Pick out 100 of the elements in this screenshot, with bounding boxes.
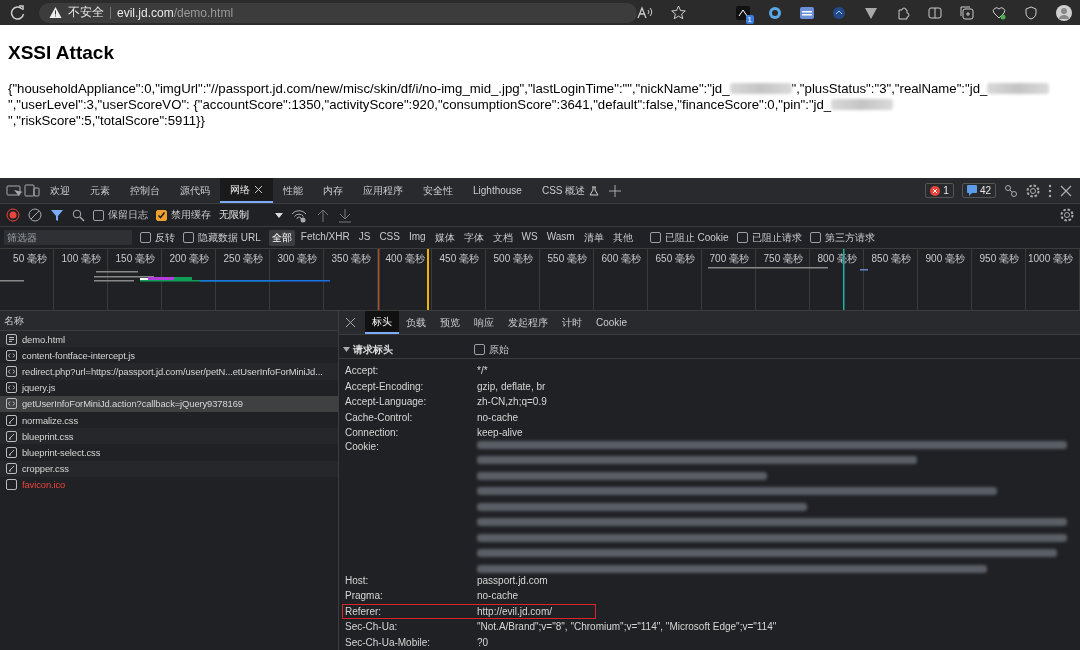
details-tab[interactable]: Cookie (589, 311, 635, 334)
details-tab[interactable]: 预览 (433, 311, 467, 334)
details-tab[interactable]: 负载 (399, 311, 433, 334)
devtools-tab[interactable]: 元素 (80, 178, 120, 203)
connection-icon[interactable] (1004, 183, 1018, 198)
devtools-tab[interactable]: 源代码 (170, 178, 220, 203)
timeline-tick-label: 650 毫秒 (648, 249, 702, 310)
security-warning[interactable]: 不安全 (68, 4, 104, 21)
request-row[interactable]: cropper.css (0, 460, 338, 477)
warning-icon (49, 6, 62, 19)
request-name: getUserInfoForMiniJd.action?callback=jQuery9378169 (22, 398, 243, 410)
address-bar[interactable]: 不安全 evil.jd.com/demo.html (39, 2, 637, 23)
checkbox[interactable] (156, 209, 167, 221)
checkbox-label: 禁用缓存 (171, 208, 211, 222)
network-conditions-icon[interactable] (291, 207, 308, 223)
checkbox[interactable] (140, 232, 151, 243)
close-icon[interactable] (1060, 184, 1072, 197)
details-tab[interactable]: 标头 (365, 311, 399, 334)
heart-icon[interactable] (992, 5, 1006, 20)
details-tab[interactable]: 响应 (467, 311, 501, 334)
request-row[interactable]: content-fontface-intercept.js (0, 347, 338, 364)
devtools-tab[interactable]: Lighthouse (463, 178, 532, 203)
search-icon[interactable] (72, 208, 85, 222)
type-filter-button[interactable]: 全部 (268, 229, 295, 246)
devtools-tab[interactable]: 性能 (273, 178, 313, 203)
close-icon[interactable] (254, 185, 263, 194)
details-tab[interactable]: 计时 (555, 311, 589, 334)
reload-icon[interactable] (10, 5, 25, 20)
devtools-tab[interactable]: 控制台 (120, 178, 170, 203)
settings-icon[interactable] (1026, 183, 1040, 198)
checkbox-label: 原始 (489, 342, 509, 357)
type-filter-button[interactable]: 清单 (580, 229, 607, 246)
settings-icon[interactable] (1060, 208, 1074, 222)
script-icon (6, 398, 17, 410)
type-filter-button[interactable]: 媒体 (431, 229, 458, 246)
triangle-extension-icon[interactable] (864, 5, 878, 20)
record-icon[interactable] (6, 208, 20, 222)
shield-icon[interactable] (1024, 5, 1038, 20)
section-header[interactable]: 请求标头 (343, 342, 474, 357)
upload-icon[interactable] (316, 208, 330, 222)
split-screen-icon[interactable] (928, 5, 942, 20)
type-filter-button[interactable]: WS (518, 229, 541, 246)
add-tab-icon[interactable] (609, 184, 622, 197)
checkbox[interactable] (736, 232, 748, 243)
script-icon (6, 382, 17, 394)
type-filter-button[interactable]: JS (355, 229, 374, 246)
column-header[interactable]: 名称 (4, 313, 24, 328)
type-filter-button[interactable]: 文档 (489, 229, 516, 246)
clear-icon[interactable] (28, 208, 42, 222)
devtools-tab[interactable]: 欢迎 (40, 178, 80, 203)
filter-field[interactable]: 筛选器 (4, 230, 132, 245)
request-row[interactable]: blueprint.css (0, 428, 338, 445)
request-name: redirect.php?url=https://passport.jd.com/user/petN...etUserInfoForMiniJd... (22, 365, 323, 377)
inspect-icon[interactable] (6, 183, 24, 198)
device-toolbar-icon[interactable] (24, 183, 40, 198)
details-tab[interactable]: 发起程序 (501, 311, 555, 334)
request-row[interactable]: normalize.css (0, 411, 338, 429)
header-value: passport.jd.com (477, 574, 548, 586)
collections-icon[interactable] (960, 5, 974, 20)
request-row[interactable]: redirect.php?url=https://passport.jd.com/user/petN...etUserInfoForMiniJd... (0, 363, 338, 380)
throttle-dropdown[interactable]: 无限制 (219, 208, 283, 222)
round-extension-icon[interactable] (832, 5, 846, 20)
request-row[interactable]: blueprint-select.css (0, 444, 338, 461)
json-response-text: {"householdAppliance":0,"imgUrl":"//passport.jd.com/new/misc/skin/df/i/no-img_mid_.jpg","lastLoginTime":"","nickName":"jd_ ","plusStatus":"3","realName":"jd_ ","userLevel":3,"userScoreVO": {"accountScore":1350,"activityScore":920,"consumptionScore":3641,"default":false,"financeScore":0,"pin":"jd_ ","riskScore":5,"totalScore":5911}} (8, 81, 1072, 129)
more-menu-icon[interactable] (1048, 183, 1052, 198)
devtools-tab[interactable]: 内存 (313, 178, 353, 203)
type-filter-button[interactable]: Fetch/XHR (297, 229, 353, 246)
checkbox[interactable] (649, 232, 661, 243)
type-filter-button[interactable]: Img (405, 229, 429, 246)
request-row[interactable]: favicon.ico (0, 476, 338, 493)
checkbox[interactable] (474, 344, 485, 356)
redacted-blur (729, 83, 792, 94)
devtools-tab[interactable]: 网络 (220, 178, 273, 203)
request-row[interactable]: demo.html (0, 331, 338, 348)
checkbox[interactable] (183, 232, 194, 243)
type-filter-button[interactable]: Wasm (543, 229, 578, 246)
request-row[interactable]: getUserInfoForMiniJd.action?callback=jQuery9378169 (0, 395, 338, 412)
devtools-tab[interactable]: 应用程序 (353, 178, 413, 203)
devtools-tab[interactable]: 安全性 (413, 178, 463, 203)
filter-icon[interactable] (50, 208, 64, 222)
puzzle-icon[interactable] (896, 5, 910, 20)
type-filter-button[interactable]: CSS (376, 229, 403, 246)
header-name: Cookie: (345, 440, 380, 452)
error-count[interactable]: 1 (925, 183, 954, 198)
type-filter-button[interactable]: 字体 (460, 229, 487, 246)
list-extension-icon[interactable] (800, 6, 814, 19)
avatar-icon[interactable] (1056, 4, 1072, 21)
extension-icon[interactable] (736, 5, 750, 20)
download-icon[interactable] (338, 207, 352, 223)
message-count[interactable]: 42 (961, 183, 996, 198)
request-row[interactable]: jquery.js (0, 379, 338, 396)
read-aloud-icon[interactable] (637, 5, 653, 20)
close-icon[interactable] (345, 317, 356, 328)
ring-extension-icon[interactable] (768, 5, 782, 20)
header-value: "Not.A/Brand";v="8", "Chromium";v="114", "Microsoft Edge";v="114" (477, 621, 777, 633)
checkbox[interactable] (93, 209, 104, 221)
devtools-tab[interactable]: CSS 概述 (531, 178, 610, 203)
star-icon[interactable] (671, 5, 686, 20)
checkbox[interactable] (809, 232, 821, 243)
type-filter-button[interactable]: 其他 (609, 229, 636, 246)
